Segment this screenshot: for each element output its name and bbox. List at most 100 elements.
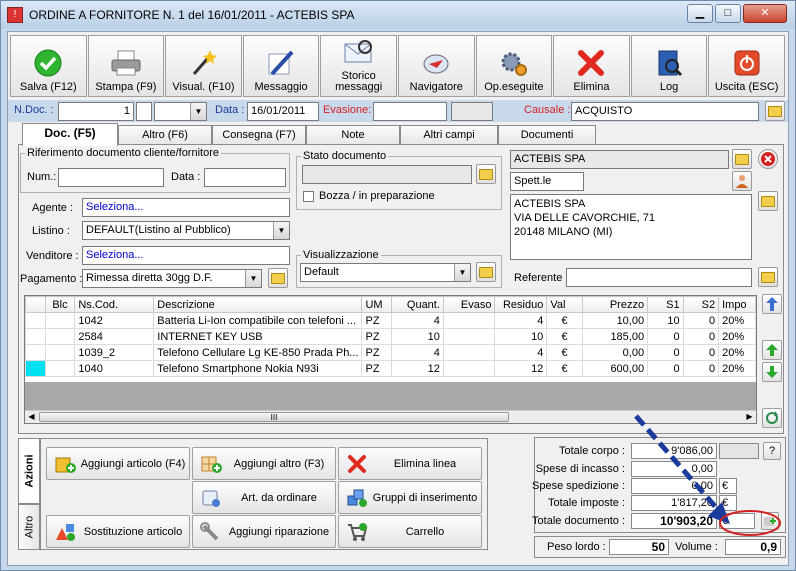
scroll-left-icon[interactable]: ◀	[25, 411, 38, 423]
supplier-address[interactable]: ACTEBIS SPA VIA DELLE CAVORCHIE, 71 2014…	[510, 194, 752, 260]
cell-tax[interactable]: 20%	[718, 328, 756, 345]
col-s1[interactable]: S1	[647, 296, 684, 313]
cell-currency[interactable]: €	[546, 328, 583, 345]
row-selector-active[interactable]	[25, 360, 46, 377]
series-combo[interactable]: ▼	[154, 102, 207, 121]
table-row[interactable]: 2584 INTERNET KEY USB PZ 10 10 € 185,00 …	[25, 328, 756, 345]
row-up-button[interactable]	[762, 340, 782, 360]
causale-input[interactable]: ACQUISTO	[571, 102, 759, 121]
tab-altro[interactable]: Altro (F6)	[118, 125, 212, 145]
cell-code[interactable]: 1042	[74, 312, 155, 329]
help-button[interactable]: ?	[763, 442, 781, 460]
supplier-clear-button[interactable]	[758, 149, 778, 169]
agente-input[interactable]: Seleziona...	[82, 198, 290, 217]
ndoc-input[interactable]: 1	[58, 102, 134, 121]
tab-note[interactable]: Note	[306, 125, 400, 145]
minimize-button[interactable]: ▁	[687, 4, 713, 23]
add-repair-button[interactable]: Aggiungi riparazione	[192, 515, 336, 548]
cell-currency[interactable]: €	[546, 344, 583, 361]
address-folder-button[interactable]	[758, 191, 778, 211]
tab-altri-campi[interactable]: Altri campi	[400, 125, 498, 145]
col-code[interactable]: Ns.Cod.	[74, 296, 155, 313]
col-tax[interactable]: Impo	[718, 296, 756, 313]
venditore-input[interactable]: Seleziona...	[82, 246, 290, 265]
cell-residuo[interactable]: 10	[494, 328, 548, 345]
cell-tax[interactable]: 20%	[718, 360, 756, 377]
col-evaso[interactable]: Evaso	[442, 296, 496, 313]
pagamento-combo[interactable]: Rimessa diretta 30gg D.F. ▼	[82, 269, 262, 288]
preview-button[interactable]: Visual. (F10)	[165, 35, 242, 97]
message-history-button[interactable]: Storico messaggi	[320, 35, 397, 97]
col-blc[interactable]: Blc	[44, 296, 76, 313]
cell-s2[interactable]: 0	[682, 328, 720, 345]
cell-s1[interactable]: 10	[647, 312, 684, 329]
col-quantity[interactable]: Quant.	[391, 296, 444, 313]
listino-combo[interactable]: DEFAULT(Listino al Pubblico) ▼	[82, 221, 290, 240]
cell-tax[interactable]: 20%	[718, 344, 756, 361]
cell-currency[interactable]: €	[546, 312, 583, 329]
cart-button[interactable]: Carrello	[338, 515, 482, 548]
maximize-button[interactable]: □	[715, 4, 741, 23]
table-row[interactable]: 1040 Telefono Smartphone Nokia N93i PZ 1…	[25, 360, 756, 377]
completed-ops-button[interactable]: Op.eseguite	[475, 35, 553, 97]
spese-incasso-value[interactable]: 0,00	[631, 461, 717, 477]
vtab-altro[interactable]: Altro	[18, 504, 40, 550]
row-selector[interactable]	[25, 312, 46, 329]
cell-um[interactable]: PZ	[361, 312, 393, 329]
cell-code[interactable]: 1040	[74, 360, 155, 377]
cell-tax[interactable]: 20%	[718, 312, 756, 329]
cell-evaso[interactable]	[442, 360, 496, 377]
tab-doc[interactable]: Doc. (F5)	[22, 123, 118, 146]
cell-blc[interactable]	[44, 344, 76, 361]
view-combo[interactable]: Default ▼	[300, 263, 471, 282]
insertion-groups-button[interactable]: Gruppi di inserimento	[338, 481, 482, 514]
cell-um[interactable]: PZ	[361, 360, 393, 377]
close-button[interactable]: ✕	[743, 4, 787, 23]
ref-date-input[interactable]	[204, 168, 286, 187]
items-grid[interactable]: Blc Ns.Cod. Descrizione UM Quant. Evaso …	[24, 295, 757, 424]
cell-evaso[interactable]	[442, 312, 496, 329]
cell-um[interactable]: PZ	[361, 328, 393, 345]
cell-s1[interactable]: 0	[647, 344, 684, 361]
row-selector[interactable]	[25, 344, 46, 361]
supplier-folder-button[interactable]	[732, 149, 752, 169]
cell-blc[interactable]	[44, 360, 76, 377]
message-button[interactable]: Messaggio	[242, 35, 320, 97]
salutation-input[interactable]: Spett.le	[510, 172, 584, 191]
cell-price[interactable]: 10,00	[581, 312, 649, 329]
cell-residuo[interactable]: 4	[494, 344, 548, 361]
col-um[interactable]: UM	[361, 296, 393, 313]
save-button[interactable]: Salva (F12)	[10, 35, 87, 97]
cell-blc[interactable]	[44, 312, 76, 329]
cell-code[interactable]: 1039_2	[74, 344, 155, 361]
col-description[interactable]: Descrizione	[153, 296, 363, 313]
evasione-input[interactable]	[373, 102, 447, 121]
cell-quantity[interactable]: 10	[391, 328, 444, 345]
cell-residuo[interactable]: 12	[494, 360, 548, 377]
navigator-button[interactable]: Navigatore	[397, 35, 475, 97]
referente-folder-button[interactable]	[758, 267, 778, 287]
view-folder-button[interactable]	[476, 262, 496, 282]
cell-evaso[interactable]	[442, 344, 496, 361]
cell-code[interactable]: 2584	[74, 328, 155, 345]
horizontal-scrollbar[interactable]: ◀ III ▶	[25, 410, 756, 423]
cell-description[interactable]: Telefono Smartphone Nokia N93i	[153, 360, 363, 377]
causale-folder-button[interactable]	[765, 101, 785, 121]
cell-residuo[interactable]: 4	[494, 312, 548, 329]
table-row[interactable]: 1039_2 Telefono Cellulare Lg KE-850 Prad…	[25, 344, 756, 361]
scroll-thumb[interactable]: III	[39, 412, 509, 422]
col-price[interactable]: Prezzo	[581, 296, 649, 313]
cell-s2[interactable]: 0	[682, 344, 720, 361]
tab-documenti[interactable]: Documenti	[498, 125, 596, 145]
cell-evaso[interactable]	[442, 328, 496, 345]
add-article-button[interactable]: Aggiungi articolo (F4)	[46, 447, 190, 480]
exit-button[interactable]: Uscita (ESC)	[708, 35, 785, 97]
table-row[interactable]: 1042 Batteria Li-Ion compatibile con tel…	[25, 312, 756, 329]
status-folder-button[interactable]	[476, 164, 496, 184]
pagamento-folder-button[interactable]	[268, 268, 288, 288]
cell-s2[interactable]: 0	[682, 360, 720, 377]
cell-description[interactable]: Telefono Cellulare Lg KE-850 Prada Ph...	[153, 344, 363, 361]
tab-consegna[interactable]: Consegna (F7)	[212, 125, 306, 145]
refresh-button[interactable]	[762, 408, 782, 428]
row-down-button[interactable]	[762, 362, 782, 382]
